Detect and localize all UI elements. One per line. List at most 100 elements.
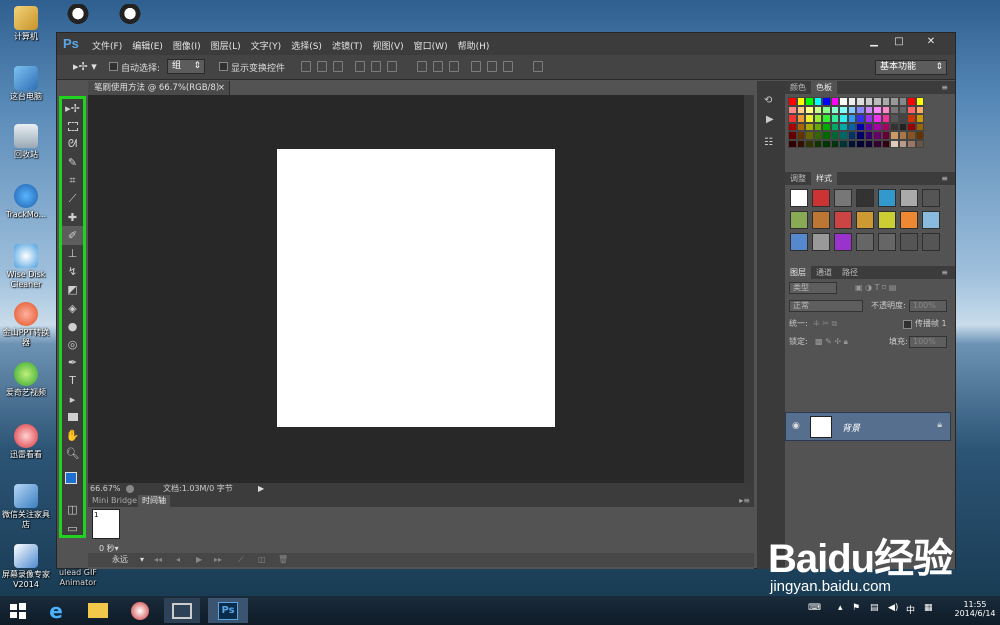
swatch[interactable] <box>907 139 916 148</box>
eyedropper-tool-icon[interactable]: ⟋ <box>62 190 83 208</box>
workspace-dropdown[interactable]: 基本功能 ⇕ <box>875 60 947 75</box>
swatch[interactable] <box>847 139 856 148</box>
swatch[interactable] <box>813 105 822 114</box>
desktop-icon-xunlei[interactable]: 迅雷看看 <box>0 424 52 460</box>
swatch[interactable] <box>907 105 916 114</box>
style-preset[interactable] <box>900 233 918 251</box>
swatch[interactable] <box>890 114 899 123</box>
auto-select-checkbox[interactable] <box>109 62 118 71</box>
distribute-left-icon[interactable] <box>471 61 481 72</box>
vertical-scrollbar[interactable] <box>744 95 754 483</box>
swatch[interactable] <box>907 97 916 106</box>
style-preset[interactable] <box>878 211 896 229</box>
swatch[interactable] <box>898 131 907 140</box>
auto-select-dropdown[interactable]: 组 ⇕ <box>167 59 205 74</box>
menu-image[interactable]: 图像(I) <box>173 39 201 52</box>
tab-paths[interactable]: 路径 <box>837 266 863 279</box>
document-area[interactable] <box>88 95 752 483</box>
swatch[interactable] <box>822 122 831 131</box>
swatch[interactable] <box>864 122 873 131</box>
pen-tool-icon[interactable]: ✒ <box>62 354 83 372</box>
swatch[interactable] <box>873 139 882 148</box>
close-button[interactable]: ✕ <box>913 34 949 50</box>
layer-background[interactable]: ◉ 背景 🔒︎ <box>785 412 951 441</box>
distribute-top-icon[interactable] <box>417 61 427 72</box>
swatch[interactable] <box>788 122 797 131</box>
actions-panel-icon[interactable]: ▶ <box>766 114 785 125</box>
style-preset[interactable] <box>834 233 852 251</box>
swatch[interactable] <box>822 97 831 106</box>
fill-input[interactable]: 100% <box>909 336 947 348</box>
swatch[interactable] <box>830 139 839 148</box>
next-frame-icon[interactable]: ▸▸ <box>214 553 222 567</box>
eraser-tool-icon[interactable]: ◩ <box>62 281 83 299</box>
swatch[interactable] <box>847 97 856 106</box>
minimize-button[interactable]: ▁ <box>863 34 885 50</box>
panel-menu-icon[interactable]: ▸≡ <box>739 495 750 507</box>
swatch[interactable] <box>805 97 814 106</box>
history-brush-tool-icon[interactable]: ↯ <box>62 263 83 281</box>
tab-swatches[interactable]: 色板 <box>811 81 837 94</box>
style-preset[interactable] <box>922 211 940 229</box>
style-preset[interactable] <box>856 211 874 229</box>
align-hcenter-icon[interactable] <box>371 61 381 72</box>
swatch[interactable] <box>847 131 856 140</box>
swatch[interactable] <box>890 139 899 148</box>
marquee-tool-icon[interactable] <box>62 117 83 135</box>
swatch[interactable] <box>788 114 797 123</box>
volume-icon[interactable]: ◀) <box>888 603 898 613</box>
swatch[interactable] <box>890 97 899 106</box>
tab-timeline[interactable]: 时间轴 <box>138 495 170 507</box>
menu-type[interactable]: 文字(Y) <box>251 39 282 52</box>
lasso-tool-icon[interactable]: ᘛ <box>62 135 83 153</box>
swatch[interactable] <box>813 139 822 148</box>
hand-tool-icon[interactable]: ✋ <box>62 426 83 444</box>
swatch[interactable] <box>788 131 797 140</box>
taskbar-app-paint[interactable] <box>122 598 158 623</box>
align-right-icon[interactable] <box>387 61 397 72</box>
status-info-icon[interactable] <box>126 485 134 493</box>
swatch[interactable] <box>898 97 907 106</box>
taskbar-photoshop[interactable]: Ps <box>208 598 248 623</box>
distribute-right-icon[interactable] <box>503 61 513 72</box>
swatch[interactable] <box>813 131 822 140</box>
screen-mode-icon[interactable]: ▭ <box>62 519 83 537</box>
filter-icons[interactable]: ▣ ◑ T ⌑ ▤ <box>855 279 896 297</box>
swatch[interactable] <box>907 131 916 140</box>
type-tool-icon[interactable]: T <box>62 372 83 390</box>
tab-color[interactable]: 颜色 <box>785 81 811 94</box>
tab-styles[interactable]: 样式 <box>811 172 837 185</box>
blend-mode-select[interactable]: 正常 <box>789 300 863 312</box>
clone-stamp-tool-icon[interactable]: ⊥ <box>62 245 83 263</box>
swatch[interactable] <box>915 97 924 106</box>
desktop-icon-wise-disk-cleaner[interactable]: Wise Disk Cleaner <box>0 244 52 290</box>
history-panel-icon[interactable]: ⟲ <box>764 95 785 106</box>
swatch[interactable] <box>856 122 865 131</box>
menu-select[interactable]: 选择(S) <box>291 39 322 52</box>
style-preset[interactable] <box>790 233 808 251</box>
swatch[interactable] <box>915 114 924 123</box>
swatch[interactable] <box>822 105 831 114</box>
panel-menu-icon[interactable]: ≡ <box>936 81 953 94</box>
tab-adjustments[interactable]: 调整 <box>785 172 811 185</box>
zoom-tool-icon[interactable]: 🔍︎ <box>62 445 83 463</box>
tab-channels[interactable]: 通道 <box>811 266 837 279</box>
desktop-icon-furniture[interactable]: 微信关注家具店 <box>0 484 52 530</box>
rectangle-tool-icon[interactable] <box>62 408 83 426</box>
blur-tool-icon[interactable]: ● <box>62 317 83 335</box>
status-menu-arrow-icon[interactable]: ▶ <box>258 483 264 495</box>
swatch[interactable] <box>915 122 924 131</box>
swatch[interactable] <box>890 105 899 114</box>
swatch[interactable] <box>830 114 839 123</box>
swatch[interactable] <box>873 105 882 114</box>
swatch[interactable] <box>839 114 848 123</box>
panel-menu-icon[interactable]: ≡ <box>936 172 953 185</box>
swatch[interactable] <box>873 97 882 106</box>
opacity-input[interactable]: 100% <box>909 300 947 312</box>
duplicate-frame-icon[interactable]: ◫ <box>258 553 266 567</box>
healing-brush-tool-icon[interactable]: ✚ <box>62 208 83 226</box>
align-top-icon[interactable] <box>301 61 311 72</box>
menu-view[interactable]: 视图(V) <box>372 39 403 52</box>
swatch[interactable] <box>864 97 873 106</box>
visibility-eye-icon[interactable]: ◉ <box>792 421 800 431</box>
